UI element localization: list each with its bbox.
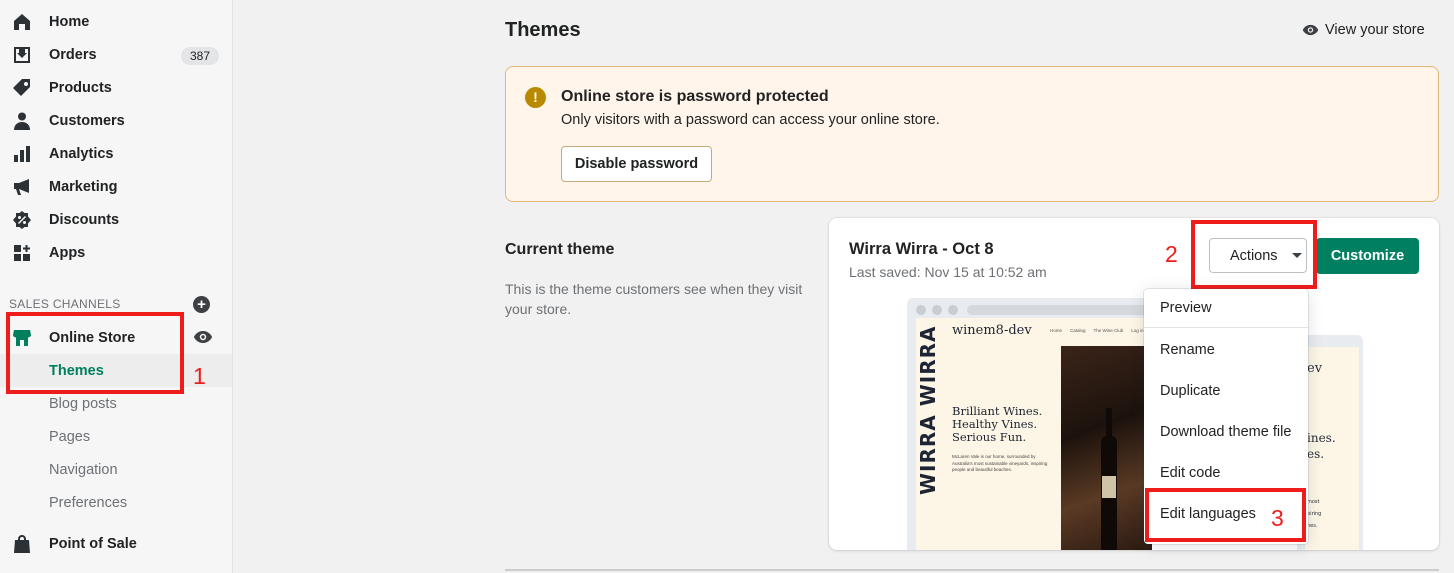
person-icon (12, 111, 32, 131)
preview-nav-item: The Wine Club (1093, 328, 1124, 333)
annotation-box-2 (1191, 220, 1317, 289)
page-title: Themes (505, 19, 581, 41)
annotation-box-1 (6, 312, 184, 394)
sidebar-subitem-pages[interactable]: Pages (0, 420, 232, 453)
eye-icon (1302, 24, 1319, 36)
sidebar-item-discounts[interactable]: Discounts (0, 203, 232, 236)
orders-icon (12, 45, 32, 65)
home-icon (12, 12, 32, 32)
sidebar-subitem-preferences[interactable]: Preferences (0, 486, 232, 519)
desktop-preview: WIRRA WIRRA winem8-dev Home Catalog The … (907, 298, 1152, 550)
preview-text: hes. (1307, 523, 1318, 529)
sidebar-item-label: Preferences (49, 494, 128, 511)
current-theme-heading: Current theme (505, 241, 615, 258)
preview-text: piring (1307, 511, 1322, 517)
annotation-label-3: 3 (1271, 505, 1284, 531)
bottle-shape (1106, 408, 1112, 438)
preview-store-name: winem8-dev (952, 323, 1032, 338)
sidebar: Home Orders 387 Products Customers Analy… (0, 0, 233, 573)
password-banner: ! Online store is password protected Onl… (505, 66, 1439, 202)
discount-icon (12, 210, 32, 230)
sidebar-item-label: Discounts (49, 211, 120, 228)
apps-icon (12, 243, 32, 263)
preview-nav-item: Catalog (1070, 328, 1086, 333)
megaphone-icon (12, 177, 32, 197)
preview-text: most (1307, 499, 1320, 505)
bar-chart-icon (12, 144, 32, 164)
sidebar-item-orders[interactable]: Orders 387 (0, 38, 232, 71)
sidebar-item-customers[interactable]: Customers (0, 104, 232, 137)
browser-address-bar (967, 305, 1147, 315)
mobile-preview-screen: ev ines. es. most piring hes. (1305, 347, 1359, 550)
orders-count-badge: 387 (181, 47, 220, 65)
sidebar-item-products[interactable]: Products (0, 71, 232, 104)
view-store-link[interactable]: View your store (1302, 20, 1425, 40)
view-store-label: View your store (1325, 22, 1425, 38)
sidebar-item-label: Apps (49, 244, 86, 261)
browser-dots (916, 305, 958, 315)
bottle-label (1102, 476, 1116, 498)
menu-item-preview[interactable]: Preview (1144, 290, 1308, 326)
shopping-bag-icon (12, 534, 32, 554)
sidebar-item-marketing[interactable]: Marketing (0, 170, 232, 203)
warning-icon: ! (525, 87, 546, 108)
preview-headline: Brilliant Wines. Healthy Vines. Serious … (952, 404, 1043, 444)
disable-password-button[interactable]: Disable password (561, 146, 712, 182)
menu-item-rename[interactable]: Rename (1144, 332, 1308, 368)
menu-item-download-theme-file[interactable]: Download theme file (1144, 414, 1308, 450)
sidebar-item-label: Home (49, 13, 90, 30)
preview-hero-photo (1061, 346, 1152, 550)
preview-text: ev (1307, 361, 1323, 376)
theme-name: Wirra Wirra - Oct 8 (849, 240, 994, 258)
preview-brand: WIRRA WIRRA (916, 325, 940, 495)
sidebar-item-point-of-sale[interactable]: Point of Sale (0, 527, 232, 560)
preview-body: McLaren Vale is our home, surrounded by … (952, 454, 1048, 472)
banner-title: Online store is password protected (561, 88, 829, 105)
customize-button[interactable]: Customize (1316, 238, 1419, 274)
annotation-label-1: 1 (193, 363, 206, 389)
menu-item-duplicate[interactable]: Duplicate (1144, 373, 1308, 409)
annotation-label-2: 2 (1165, 241, 1178, 267)
menu-divider (1144, 327, 1308, 328)
sidebar-item-label: Point of Sale (49, 535, 137, 552)
sidebar-item-label: Pages (49, 428, 91, 445)
sidebar-item-label: Marketing (49, 178, 118, 195)
banner-text: Only visitors with a password can access… (561, 112, 940, 128)
preview-text: ines. (1307, 431, 1336, 445)
preview-nav: Home Catalog The Wine Club Log in (1050, 328, 1144, 333)
tag-icon (12, 78, 32, 98)
preview-site: WIRRA WIRRA winem8-dev Home Catalog The … (916, 318, 1152, 550)
sidebar-item-home[interactable]: Home (0, 5, 232, 38)
sidebar-item-label: Products (49, 79, 112, 96)
theme-last-saved: Last saved: Nov 15 at 10:52 am (849, 264, 1047, 280)
preview-text: es. (1307, 447, 1325, 461)
menu-item-edit-code[interactable]: Edit code (1144, 455, 1308, 491)
eye-icon[interactable] (193, 330, 213, 344)
sidebar-subitem-navigation[interactable]: Navigation (0, 453, 232, 486)
sidebar-item-apps[interactable]: Apps (0, 236, 232, 269)
sales-channels-heading: SALES CHANNELS (9, 297, 121, 311)
current-theme-description: This is the theme customers see when the… (505, 281, 803, 317)
section-divider (505, 569, 1439, 571)
sidebar-item-analytics[interactable]: Analytics (0, 137, 232, 170)
sidebar-item-label: Analytics (49, 145, 114, 162)
current-theme-card: Wirra Wirra - Oct 8 Last saved: Nov 15 a… (829, 218, 1439, 550)
sidebar-item-label: Customers (49, 112, 125, 129)
preview-nav-item: Home (1050, 328, 1063, 333)
sidebar-item-label: Orders (49, 46, 97, 63)
preview-nav-item: Log in (1131, 328, 1144, 333)
add-sales-channel-icon[interactable]: + (193, 296, 210, 313)
sidebar-item-label: Navigation (49, 461, 118, 478)
sidebar-item-label: Blog posts (49, 395, 117, 412)
